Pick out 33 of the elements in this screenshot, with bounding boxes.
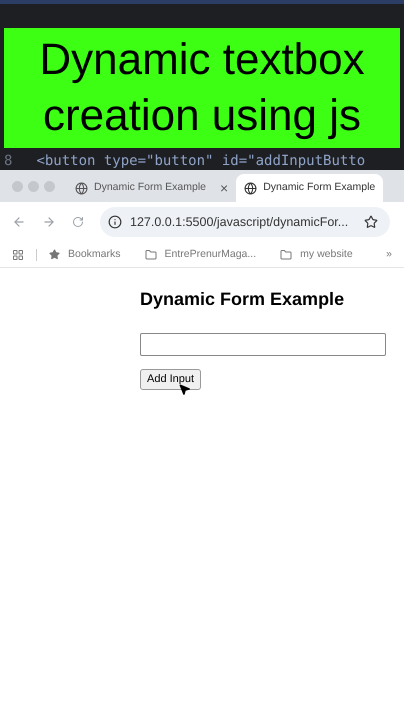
bookmark-item[interactable]: my website xyxy=(280,246,353,262)
globe-icon xyxy=(75,182,88,194)
info-icon xyxy=(108,215,122,229)
input-field[interactable] xyxy=(140,333,386,356)
url-text: 127.0.0.1:5500/javascript/dynamicFor... xyxy=(130,214,348,231)
add-input-button[interactable]: Add Input xyxy=(140,369,202,390)
banner-text: creation using js xyxy=(43,90,361,142)
page-heading: Dynamic Form Example xyxy=(140,288,344,311)
banner-text: Dynamic textbox xyxy=(39,34,365,86)
close-icon[interactable]: × xyxy=(220,178,228,198)
bookmark-item[interactable]: Bookmarks xyxy=(49,246,121,262)
code-line: <button type="button" id="addInputButto xyxy=(36,152,366,170)
browser-tab[interactable]: Dynamic Form Example xyxy=(236,174,384,202)
forward-icon[interactable] xyxy=(42,215,56,229)
more-bookmarks[interactable]: » xyxy=(386,246,392,262)
cursor-icon xyxy=(178,383,191,396)
back-icon[interactable] xyxy=(12,215,26,229)
folder-icon xyxy=(280,248,292,260)
apps-icon[interactable] xyxy=(12,248,24,260)
tab-title: Dynamic Form Example xyxy=(94,180,206,196)
window-control-icon[interactable] xyxy=(12,180,23,192)
reload-icon[interactable] xyxy=(72,216,84,228)
bookmark-item[interactable]: EntrePrenurMaga... xyxy=(144,246,256,262)
folder-icon xyxy=(144,248,157,260)
address-bar[interactable]: 127.0.0.1:5500/javascript/dynamicFor... xyxy=(100,207,390,237)
globe-icon xyxy=(244,182,258,194)
star-icon xyxy=(49,249,60,260)
tab-title: Dynamic Form Example xyxy=(263,180,376,196)
line-number: 8 xyxy=(4,152,12,170)
star-icon[interactable] xyxy=(364,215,378,229)
browser-tab[interactable]: Dynamic Form Example × xyxy=(67,174,236,202)
window-control-icon[interactable] xyxy=(28,180,39,192)
window-control-icon[interactable] xyxy=(44,180,55,192)
